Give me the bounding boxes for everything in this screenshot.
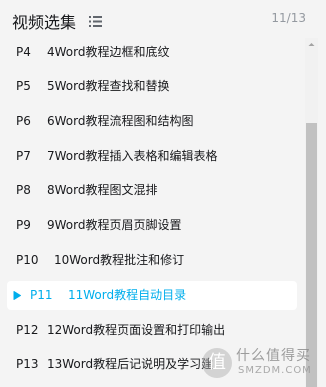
- list-item[interactable]: P10 10Word教程批注和修订: [7, 246, 297, 275]
- episode-title: 10Word教程批注和修订: [54, 253, 185, 267]
- play-icon: [13, 291, 21, 300]
- list-item[interactable]: P9 9Word教程页眉页脚设置: [7, 211, 297, 240]
- watermark-icon: 值: [202, 348, 232, 378]
- episode-number: P9: [16, 218, 31, 232]
- list-item[interactable]: P7 7Word教程插入表格和编辑表格: [7, 142, 297, 171]
- watermark-text: 什么值得买: [236, 348, 311, 364]
- episode-number: P13: [16, 357, 39, 371]
- episode-title: 7Word教程插入表格和编辑表格: [47, 149, 218, 163]
- list-item[interactable]: P8 8Word教程图文混排: [7, 176, 297, 205]
- list-item[interactable]: P6 6Word教程流程图和结构图: [7, 107, 297, 136]
- episode-title: 6Word教程流程图和结构图: [47, 114, 194, 128]
- episode-list: P4 4Word教程边框和底纹 P5 5Word教程查找和替换 P6 6Word…: [0, 38, 302, 387]
- list-item[interactable]: P4 4Word教程边框和底纹: [7, 38, 297, 67]
- panel-title: 视频选集: [12, 13, 77, 32]
- episode-list-panel: 视频选集 11/13 P4 4Word教程边框和底纹 P5 5Word教程查找和…: [0, 0, 326, 387]
- scroll-up-arrow-icon[interactable]: [305, 38, 318, 51]
- watermark-logo: 值 什么值得买 SMZDM.COM: [202, 343, 320, 383]
- list-item[interactable]: P12 12Word教程页面设置和打印输出: [7, 316, 297, 345]
- episode-number: P12: [16, 323, 39, 337]
- episode-number: P8: [16, 183, 31, 197]
- episode-title: 13Word教程后记说明及学习建: [47, 357, 214, 371]
- episode-number: P7: [16, 149, 31, 163]
- episode-counter: 11/13: [271, 11, 306, 25]
- episode-title: 8Word教程图文混排: [47, 183, 158, 197]
- episode-number: P10: [16, 253, 39, 267]
- episode-number: P4: [16, 45, 31, 59]
- episode-title: 4Word教程边框和底纹: [47, 45, 170, 59]
- episode-title: 12Word教程页面设置和打印输出: [47, 323, 226, 337]
- episode-number: P11: [30, 288, 53, 302]
- episode-number: P6: [16, 114, 31, 128]
- episode-title: 11Word教程自动目录: [68, 288, 187, 302]
- episode-title: 9Word教程页眉页脚设置: [47, 218, 182, 232]
- episode-list-header: 视频选集 11/13: [0, 0, 326, 40]
- list-item-active[interactable]: P11 11Word教程自动目录: [7, 281, 297, 310]
- episode-title: 5Word教程查找和替换: [47, 79, 170, 93]
- list-icon[interactable]: [89, 16, 102, 27]
- list-item[interactable]: P5 5Word教程查找和替换: [7, 72, 297, 101]
- watermark-domain: SMZDM.COM: [238, 365, 312, 376]
- list-scrollbar[interactable]: [305, 38, 318, 387]
- episode-number: P5: [16, 79, 31, 93]
